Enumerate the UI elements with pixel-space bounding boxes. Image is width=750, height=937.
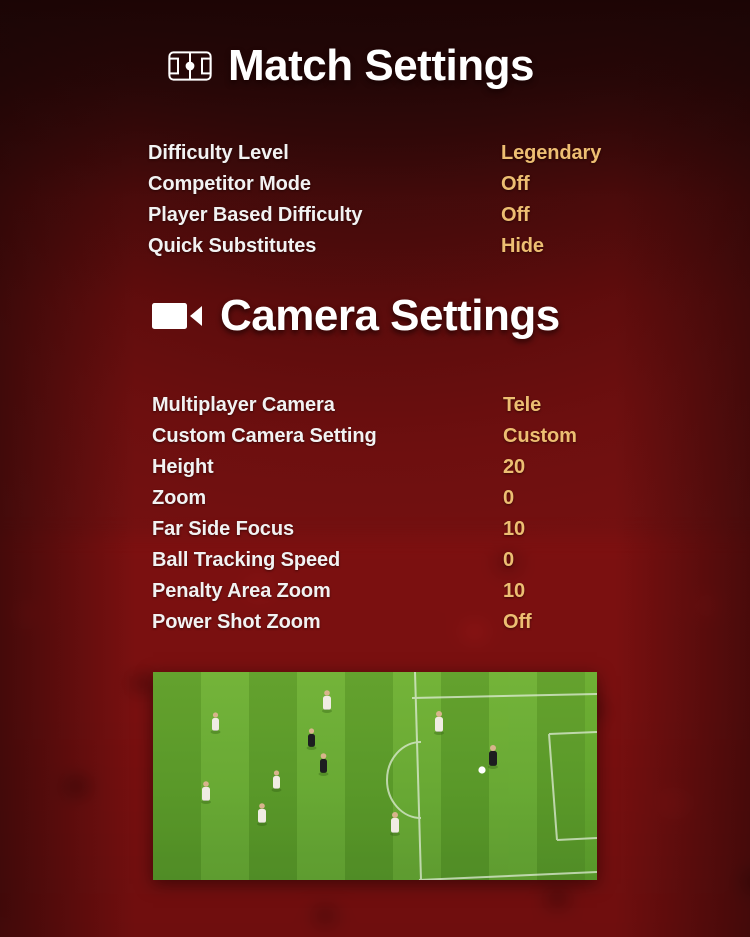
setting-label: Competitor Mode [148, 173, 311, 195]
pitch-illustration [153, 672, 597, 880]
setting-value: 10 [503, 580, 526, 602]
setting-row[interactable]: Difficulty Level Legendary [148, 138, 608, 169]
setting-row[interactable]: Competitor Mode Off [148, 169, 608, 200]
setting-label: Zoom [152, 487, 207, 509]
setting-row[interactable]: Multiplayer Camera Tele [152, 390, 612, 421]
setting-row[interactable]: Height 20 [152, 452, 612, 483]
setting-label: Custom Camera Setting [152, 425, 377, 447]
setting-label: Difficulty Level [148, 142, 289, 164]
setting-value: 20 [503, 456, 526, 478]
setting-value: Off [503, 611, 532, 633]
setting-row[interactable]: Zoom 0 [152, 483, 612, 514]
setting-row[interactable]: Penalty Area Zoom 10 [152, 576, 612, 607]
camera-settings-list: Multiplayer Camera Tele Custom Camera Se… [152, 390, 612, 638]
setting-value: Off [501, 204, 530, 226]
setting-value: Tele [503, 394, 542, 416]
setting-value: Legendary [501, 142, 602, 164]
setting-row[interactable]: Far Side Focus 10 [152, 514, 612, 545]
setting-value: Hide [501, 235, 544, 257]
setting-label: Multiplayer Camera [152, 394, 335, 416]
gameplay-camera-preview [153, 672, 597, 880]
setting-value: 0 [503, 549, 515, 571]
setting-value: Custom [503, 425, 577, 447]
setting-label: Quick Substitutes [148, 235, 317, 257]
setting-row[interactable]: Ball Tracking Speed 0 [152, 545, 612, 576]
setting-label: Player Based Difficulty [148, 204, 363, 226]
setting-value: 0 [503, 487, 515, 509]
setting-label: Penalty Area Zoom [152, 580, 331, 602]
setting-row[interactable]: Power Shot Zoom Off [152, 607, 612, 638]
match-settings-heading: Match Settings [168, 44, 534, 88]
setting-label: Far Side Focus [152, 518, 294, 540]
setting-label: Height [152, 456, 214, 478]
match-settings-title-text: Match Settings [228, 41, 534, 90]
setting-row[interactable]: Player Based Difficulty Off [148, 200, 608, 231]
setting-label: Power Shot Zoom [152, 611, 321, 633]
setting-row[interactable]: Custom Camera Setting Custom [152, 421, 612, 452]
camera-settings-heading: Camera Settings [152, 294, 560, 338]
soccer-pitch-icon [168, 51, 212, 81]
video-camera-icon [152, 299, 204, 333]
ball-icon [478, 766, 486, 774]
match-settings-list: Difficulty Level Legendary Competitor Mo… [148, 138, 608, 262]
setting-row[interactable]: Quick Substitutes Hide [148, 231, 608, 262]
camera-settings-title-text: Camera Settings [220, 291, 560, 340]
setting-label: Ball Tracking Speed [152, 549, 341, 571]
setting-value: 10 [503, 518, 526, 540]
setting-value: Off [501, 173, 530, 195]
settings-card: Match Settings Difficulty Level Legendar… [0, 0, 750, 937]
